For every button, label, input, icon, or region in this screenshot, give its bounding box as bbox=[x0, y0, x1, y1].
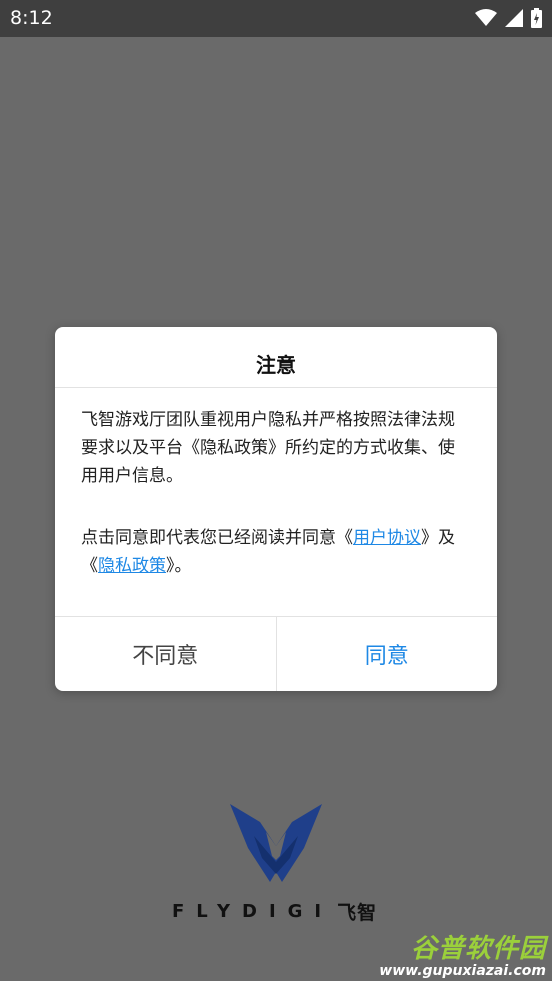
flydigi-logo-icon bbox=[230, 804, 322, 882]
privacy-policy-link[interactable]: 隐私政策 bbox=[98, 556, 166, 576]
brand-wordmark: FLYDIGI 飞智 bbox=[172, 898, 382, 925]
dialog-buttons: 不同意 同意 bbox=[55, 616, 497, 691]
watermark-url: www.gupuxiazai.com bbox=[379, 963, 546, 979]
status-bar: 8:12 bbox=[0, 0, 552, 37]
battery-icon bbox=[531, 8, 542, 28]
consent-text-suffix: 》。 bbox=[166, 556, 192, 576]
brand-name-en: FLYDIGI bbox=[172, 901, 334, 922]
status-icons bbox=[475, 8, 542, 28]
dialog-title: 注意 bbox=[55, 327, 497, 388]
watermark-title: 谷普软件园 bbox=[410, 934, 546, 964]
signal-icon bbox=[505, 9, 523, 27]
dialog-paragraph-privacy: 飞智游戏厅团队重视用户隐私并严格按照法律法规要求以及平台《隐私政策》所约定的方式… bbox=[81, 410, 455, 486]
dialog-body: 飞智游戏厅团队重视用户隐私并严格按照法律法规要求以及平台《隐私政策》所约定的方式… bbox=[55, 388, 497, 580]
dialog-paragraph-consent: 点击同意即代表您已经阅读并同意《用户协议》及《隐私政策》。 bbox=[81, 524, 471, 580]
user-agreement-link[interactable]: 用户协议 bbox=[353, 528, 421, 548]
disagree-button[interactable]: 不同意 bbox=[55, 617, 277, 691]
wifi-icon bbox=[475, 9, 497, 26]
brand-name-cn: 飞智 bbox=[337, 902, 378, 924]
privacy-dialog: 注意 飞智游戏厅团队重视用户隐私并严格按照法律法规要求以及平台《隐私政策》所约定… bbox=[55, 327, 497, 691]
agree-button[interactable]: 同意 bbox=[277, 617, 498, 691]
watermark: 谷普软件园 www.gupuxiazai.com bbox=[379, 928, 546, 979]
status-time: 8:12 bbox=[10, 7, 53, 29]
consent-text-prefix: 点击同意即代表您已经阅读并同意《 bbox=[81, 528, 353, 548]
